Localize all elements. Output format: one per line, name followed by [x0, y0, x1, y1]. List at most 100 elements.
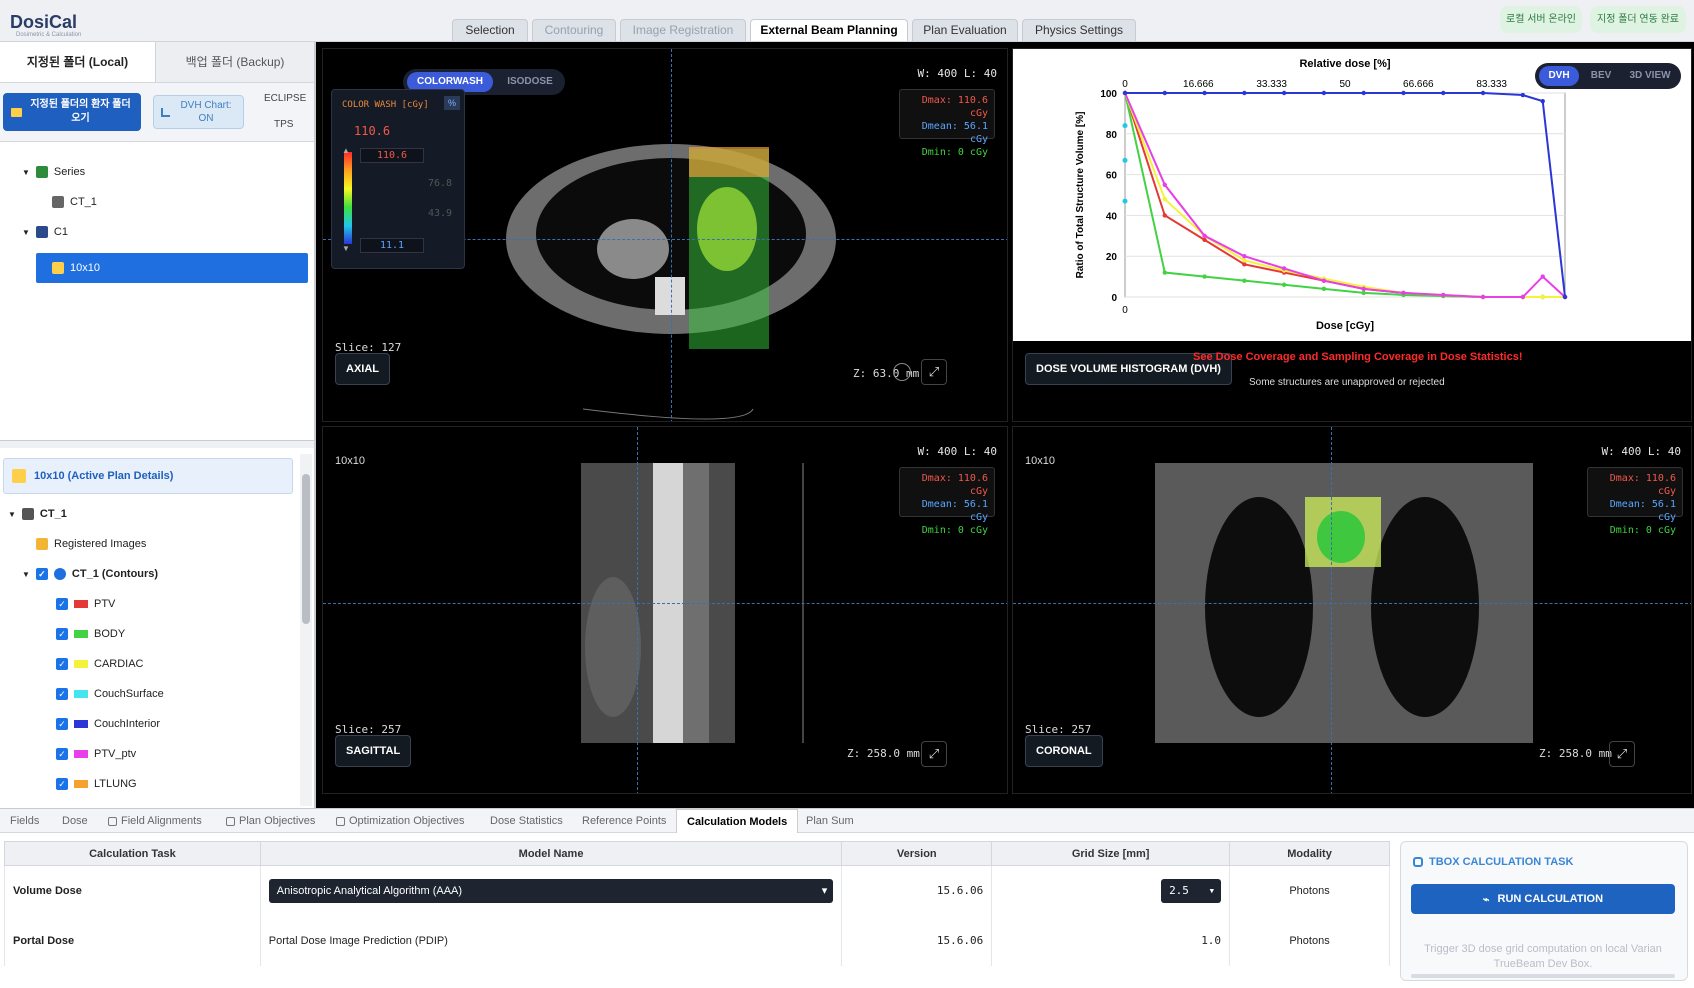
tree-ct[interactable]: CT_1	[52, 196, 97, 208]
structure-color-swatch	[74, 690, 88, 698]
dvh-point	[1162, 182, 1167, 187]
tree-registered-images[interactable]: Registered Images	[36, 538, 146, 550]
dvh-point	[1122, 198, 1128, 204]
structure-checkbox[interactable]: ✓	[56, 718, 68, 730]
checkbox-contours[interactable]: ✓	[35, 568, 48, 580]
tab-dose[interactable]: Dose	[62, 809, 88, 833]
top-tick-label: 83.333	[1476, 79, 1507, 90]
structure-checkbox[interactable]: ✓	[56, 598, 68, 610]
expand-icon[interactable]: ⤢	[921, 741, 947, 767]
scale-down-arrow-icon[interactable]: ▼	[342, 244, 350, 253]
tab-plan-evaluation[interactable]: Plan Evaluation	[912, 19, 1018, 41]
x-axis-label: Dose [cGy]	[1316, 320, 1374, 332]
tree-ct-node[interactable]: ▼ CT_1	[8, 508, 67, 520]
tab-plan-objectives[interactable]: Plan Objectives	[226, 809, 315, 833]
tab-optimization-objectives[interactable]: Optimization Objectives	[336, 809, 465, 833]
tree-contours-node[interactable]: ▼ ✓ CT_1 (Contours)	[22, 568, 158, 580]
checkbox-icon[interactable]	[108, 816, 117, 826]
dvh-curve-1	[1124, 92, 1565, 298]
tab-reference-points[interactable]: Reference Points	[582, 809, 666, 833]
structure-row-ptv-ptv[interactable]: ✓ PTV_ptv	[56, 748, 136, 760]
left-panel: 지정된 폴더 (Local) 백업 폴더 (Backup) 지정된 폴더의 환자…	[0, 42, 316, 808]
crosshair-vertical[interactable]	[637, 427, 638, 793]
run-calculation-button[interactable]: ⌁ RUN CALCULATION	[1411, 884, 1675, 914]
structure-row-ltlung[interactable]: ✓ LTLUNG	[56, 778, 137, 790]
col-version: Version	[841, 841, 993, 866]
col-model: Model Name	[259, 841, 843, 866]
structure-color-swatch	[74, 630, 88, 638]
tab-local-folder[interactable]: 지정된 폴더 (Local)	[0, 42, 155, 82]
scale-up-arrow-icon[interactable]: ▲	[342, 146, 350, 155]
grid-size-select[interactable]: 2.5 ▾	[1161, 878, 1222, 903]
series-icon	[35, 166, 48, 178]
open-patient-folder-button[interactable]: 지정된 폴더의 환자 폴더 오기	[3, 93, 141, 131]
view-mode-tabs: DVH BEV 3D VIEW	[1535, 63, 1681, 89]
dvh-curve-2	[1124, 92, 1565, 298]
colorwash-min-input[interactable]: 11.1	[360, 238, 424, 253]
dvh-viewport[interactable]: 0 20 40 60 80 100 0 16.666 33.333 50 66.666 83.333 0…	[1012, 48, 1692, 422]
panel-splitter[interactable]	[0, 440, 314, 448]
tab-physics-settings[interactable]: Physics Settings	[1022, 19, 1136, 41]
col-grid: Grid Size [mm]	[991, 841, 1231, 866]
tree-course[interactable]: ▼ C1	[22, 226, 68, 238]
crosshair-vertical[interactable]	[1331, 427, 1332, 793]
tab-backup-folder[interactable]: 백업 폴더 (Backup)	[155, 42, 314, 82]
dvh-chart-toggle[interactable]: DVH Chart: ON	[153, 95, 244, 129]
isodose-toggle[interactable]: ISODOSE	[499, 72, 561, 92]
tree-series[interactable]: ▼ Series	[22, 166, 85, 178]
structure-row-cardiac[interactable]: ✓ CARDIAC	[56, 658, 144, 670]
database-icon	[1413, 857, 1423, 867]
server-online-badge: 로컬 서버 온라인	[1500, 6, 1582, 33]
tab-dvh[interactable]: DVH	[1539, 66, 1579, 86]
tab-selection[interactable]: Selection	[452, 19, 528, 41]
crosshair-horizontal[interactable]	[323, 603, 1007, 604]
tab-plan-sum[interactable]: Plan Sum	[806, 809, 854, 833]
dvh-point	[1162, 213, 1167, 218]
structure-checkbox[interactable]: ✓	[56, 748, 68, 760]
bottom-panel: Fields Dose Field Alignments Plan Object…	[0, 808, 1694, 988]
structure-row-ptv[interactable]: ✓ PTV	[56, 598, 115, 610]
coronal-viewport[interactable]: 10x10 W: 400 L: 40 Dmax: 110.6 cGy Dmean:…	[1012, 426, 1692, 794]
tab-bev[interactable]: BEV	[1583, 66, 1619, 86]
colorwash-max-input[interactable]: 110.6	[360, 148, 424, 163]
structure-checkbox[interactable]: ✓	[56, 628, 68, 640]
dose-coverage-warning: See Dose Coverage and Sampling Coverage …	[1193, 351, 1523, 363]
dvh-point	[1321, 286, 1327, 292]
expand-icon[interactable]: ⤢	[1609, 741, 1635, 767]
checkbox-icon[interactable]	[336, 816, 345, 826]
tree-scrollbar[interactable]	[300, 454, 312, 806]
structure-checkbox[interactable]: ✓	[56, 778, 68, 790]
structure-row-couchsurface[interactable]: ✓ CouchSurface	[56, 688, 164, 700]
tab-calculation-models[interactable]: Calculation Models	[676, 809, 799, 833]
tab-3d-view[interactable]: 3D VIEW	[1623, 66, 1677, 86]
model-select[interactable]: Anisotropic Analytical Algorithm (AAA) ▾	[268, 878, 834, 903]
tab-contouring[interactable]: Contouring	[532, 19, 616, 41]
tab-field-alignments[interactable]: Field Alignments	[108, 809, 202, 833]
zoom-icon[interactable]	[893, 363, 911, 381]
structure-color-swatch	[74, 660, 88, 668]
dvh-point	[1242, 90, 1247, 96]
crosshair-vertical[interactable]	[671, 49, 672, 421]
percent-toggle[interactable]: %	[444, 96, 460, 110]
tab-image-registration[interactable]: Image Registration	[620, 19, 746, 41]
tab-dose-statistics[interactable]: Dose Statistics	[490, 809, 563, 833]
table-row: Portal Dose Portal Dose Image Prediction…	[4, 915, 1390, 966]
structure-row-body[interactable]: ✓ BODY	[56, 628, 125, 640]
structure-row-couchinterior[interactable]: ✓ CouchInterior	[56, 718, 160, 730]
dvh-curve-4	[1125, 92, 1566, 298]
structure-checkbox[interactable]: ✓	[56, 658, 68, 670]
plan-name: 10x10	[335, 455, 365, 467]
structure-checkbox[interactable]: ✓	[56, 688, 68, 700]
tree-plan-selected[interactable]: 10x10	[36, 253, 308, 283]
sagittal-viewport[interactable]: 10x10 W: 400 L: 40 Dmax: 110.6 cGy Dmean:…	[322, 426, 1008, 794]
progress-bar	[1411, 974, 1675, 978]
crosshair-horizontal[interactable]	[1013, 603, 1691, 604]
expand-icon[interactable]: ⤢	[921, 359, 947, 385]
axial-viewport[interactable]: COLORWASH ISODOSE COLOR WASH [cGy] % 110…	[322, 48, 1008, 422]
tab-fields[interactable]: Fields	[10, 809, 39, 833]
dvh-point	[1480, 294, 1486, 300]
activity-icon: ⌁	[1482, 893, 1490, 906]
checkbox-icon[interactable]	[226, 816, 235, 826]
tab-external-beam-planning[interactable]: External Beam Planning	[750, 19, 908, 41]
x-tick-label: 0	[1122, 305, 1128, 316]
